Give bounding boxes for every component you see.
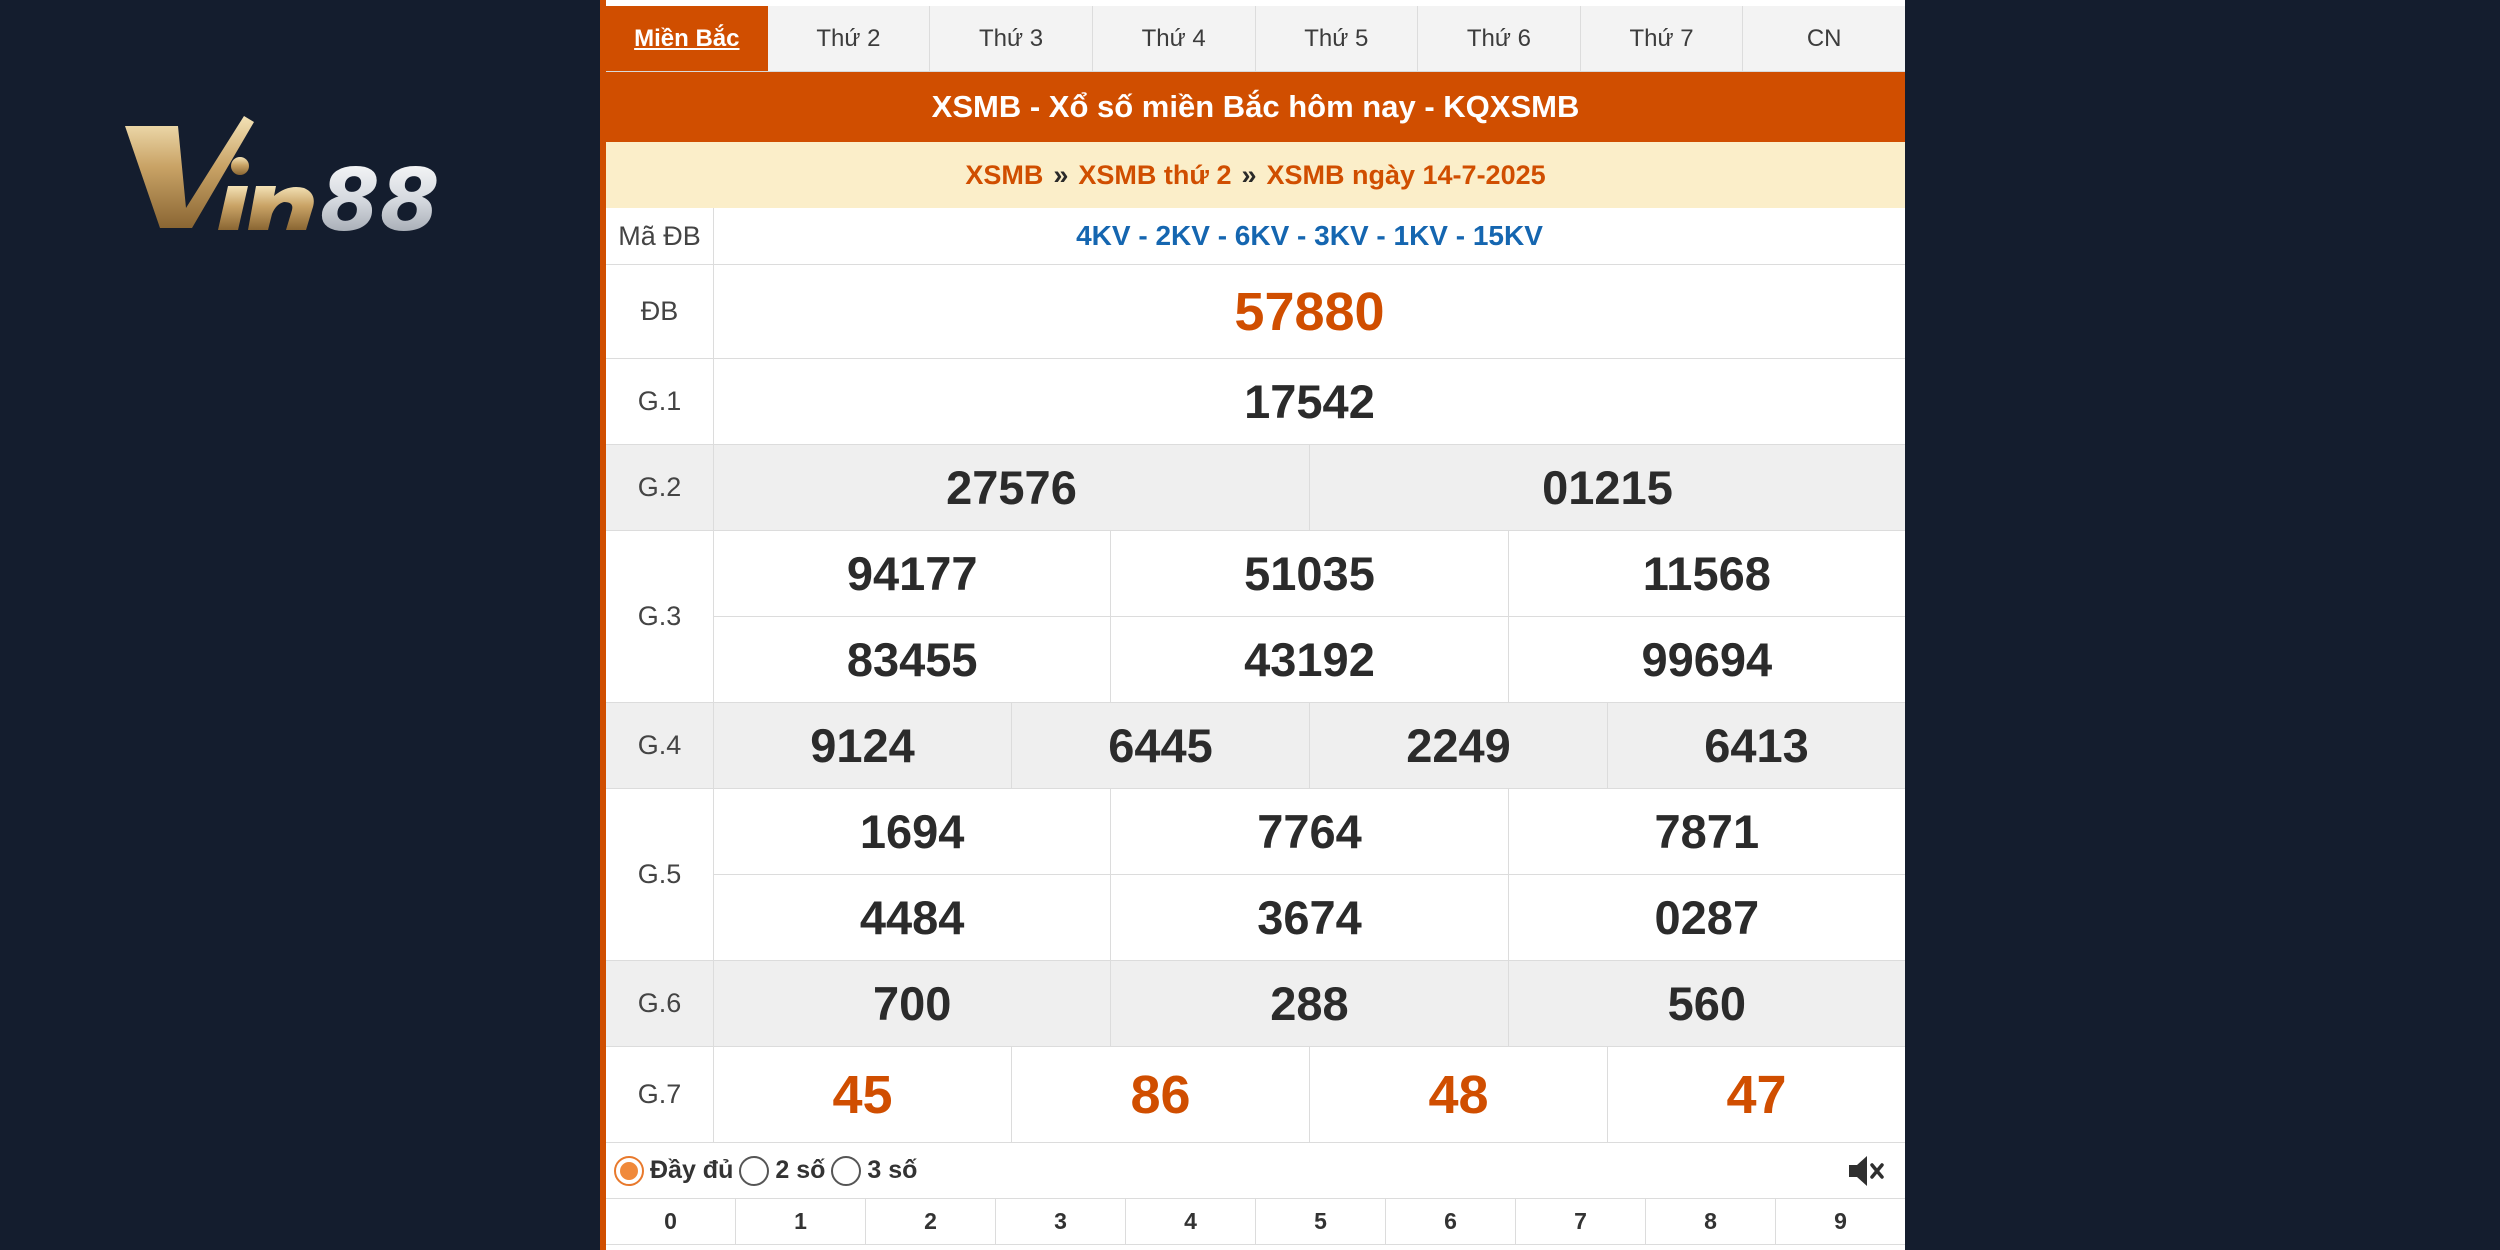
prize-number: 47 (1726, 1064, 1787, 1125)
prize-number: 51035 (1111, 531, 1509, 616)
row-label: ĐB (606, 265, 714, 358)
row-label: G.7 (606, 1047, 714, 1142)
option-label: 3 số (867, 1156, 918, 1184)
row-label: G.4 (606, 703, 714, 788)
speaker-muted-icon[interactable] (1845, 1151, 1885, 1191)
svg-text:88: 88 (320, 151, 440, 248)
row-label: G.6 (606, 961, 714, 1046)
digit-header: 6 (1386, 1199, 1516, 1244)
prize-number: 288 (1111, 961, 1509, 1046)
prize-number: 43192 (1111, 617, 1509, 702)
prize-number: 700 (714, 961, 1112, 1046)
digit-header: 0 (606, 1199, 736, 1244)
prize-g3-row: G.3 94177 51035 11568 83455 43192 99694 (606, 531, 1905, 703)
tab-thu-7[interactable]: Thứ 7 (1581, 6, 1744, 71)
digit-header: 3 (996, 1199, 1126, 1244)
display-options: Đầy đủ 2 số 3 số (606, 1143, 1905, 1199)
row-label: G.2 (606, 445, 714, 530)
prize-number: 1694 (714, 789, 1112, 874)
prize-number: 01215 (1542, 461, 1673, 514)
option-3-digits[interactable]: 3 số (831, 1155, 918, 1186)
tab-thu-6[interactable]: Thứ 6 (1418, 6, 1581, 71)
breadcrumb-separator: » (1241, 159, 1257, 190)
prize-db-row: ĐB 57880 (606, 265, 1905, 359)
digit-header: 1 (736, 1199, 866, 1244)
prize-number: 7871 (1654, 805, 1760, 858)
prize-number: 560 (1667, 977, 1747, 1030)
tab-thu-2[interactable]: Thứ 2 (768, 6, 931, 71)
option-full[interactable]: Đầy đủ (614, 1155, 734, 1186)
prize-number: 2249 (1310, 703, 1608, 788)
breadcrumb-separator: » (1053, 159, 1069, 190)
prize-number: 6445 (1012, 703, 1310, 788)
prize-number: 17542 (1244, 375, 1375, 428)
special-code-value: 4KV - 2KV - 6KV - 3KV - 1KV - 15KV (1076, 220, 1543, 251)
prize-number: 86 (1012, 1047, 1310, 1142)
prize-number: 45 (714, 1047, 1012, 1142)
prize-number: 57880 (1234, 281, 1385, 342)
prize-number: 27576 (714, 445, 1310, 530)
prize-number: 0287 (1654, 891, 1760, 944)
row-label: G.1 (606, 359, 714, 444)
prize-number: 94177 (714, 531, 1112, 616)
breadcrumb: XSMB » XSMB thứ 2 » XSMB ngày 14-7-2025 (606, 142, 1905, 208)
prize-g1-row: G.1 17542 (606, 359, 1905, 445)
prize-number: 4484 (714, 875, 1112, 960)
radio-button[interactable] (614, 1155, 644, 1186)
breadcrumb-link-xsmb[interactable]: XSMB (965, 160, 1043, 191)
prize-g5-row: G.5 1694 7764 7871 4484 3674 0287 (606, 789, 1905, 961)
radio-button[interactable] (739, 1155, 770, 1186)
prize-g6-row: G.6 700 288 560 (606, 961, 1905, 1047)
prize-g7-row: G.7 45 86 48 47 (606, 1047, 1905, 1143)
radio-button[interactable] (831, 1155, 862, 1186)
tab-cn[interactable]: CN (1743, 6, 1905, 71)
prize-number: 48 (1310, 1047, 1608, 1142)
results-table: Mã ĐB 4KV - 2KV - 6KV - 3KV - 1KV - 15KV… (606, 208, 1905, 1143)
digit-header: 4 (1126, 1199, 1256, 1244)
prize-number: 3674 (1111, 875, 1509, 960)
prize-g4-row: G.4 9124 6445 2249 6413 (606, 703, 1905, 789)
page-title: XSMB - Xổ số miền Bắc hôm nay - KQXSMB (606, 72, 1905, 142)
vin88-logo: 88 (120, 108, 500, 248)
option-label: 2 số (775, 1156, 826, 1184)
row-label: Mã ĐB (606, 208, 714, 264)
row-label: G.5 (606, 789, 714, 960)
digit-header: 2 (866, 1199, 996, 1244)
prize-g2-row: G.2 27576 01215 (606, 445, 1905, 531)
breadcrumb-link-xsmb-date[interactable]: XSMB ngày 14-7-2025 (1267, 160, 1546, 191)
tab-thu-5[interactable]: Thứ 5 (1256, 6, 1419, 71)
tab-thu-4[interactable]: Thứ 4 (1093, 6, 1256, 71)
digit-header-row: 0 1 2 3 4 5 6 7 8 9 (606, 1199, 1905, 1245)
digit-header: 7 (1516, 1199, 1646, 1244)
option-label: Đầy đủ (650, 1156, 734, 1184)
prize-number: 83455 (714, 617, 1112, 702)
special-code-row: Mã ĐB 4KV - 2KV - 6KV - 3KV - 1KV - 15KV (606, 208, 1905, 265)
digit-header: 9 (1834, 1208, 1847, 1234)
region-day-tabs: Miền Bắc Thứ 2 Thứ 3 Thứ 4 Thứ 5 Thứ 6 T… (606, 6, 1905, 72)
prize-number: 99694 (1641, 633, 1773, 686)
prize-number: 9124 (714, 703, 1012, 788)
digit-header: 5 (1256, 1199, 1386, 1244)
tab-mien-bac[interactable]: Miền Bắc (606, 6, 768, 71)
row-label: G.3 (606, 531, 714, 702)
prize-number: 11568 (1642, 547, 1771, 600)
option-2-digits[interactable]: 2 số (739, 1155, 826, 1186)
breadcrumb-link-xsmb-thu-2[interactable]: XSMB thứ 2 (1078, 160, 1231, 191)
tab-thu-3[interactable]: Thứ 3 (930, 6, 1093, 71)
prize-number: 7764 (1111, 789, 1509, 874)
prize-number: 6413 (1704, 719, 1809, 772)
digit-header: 8 (1646, 1199, 1776, 1244)
